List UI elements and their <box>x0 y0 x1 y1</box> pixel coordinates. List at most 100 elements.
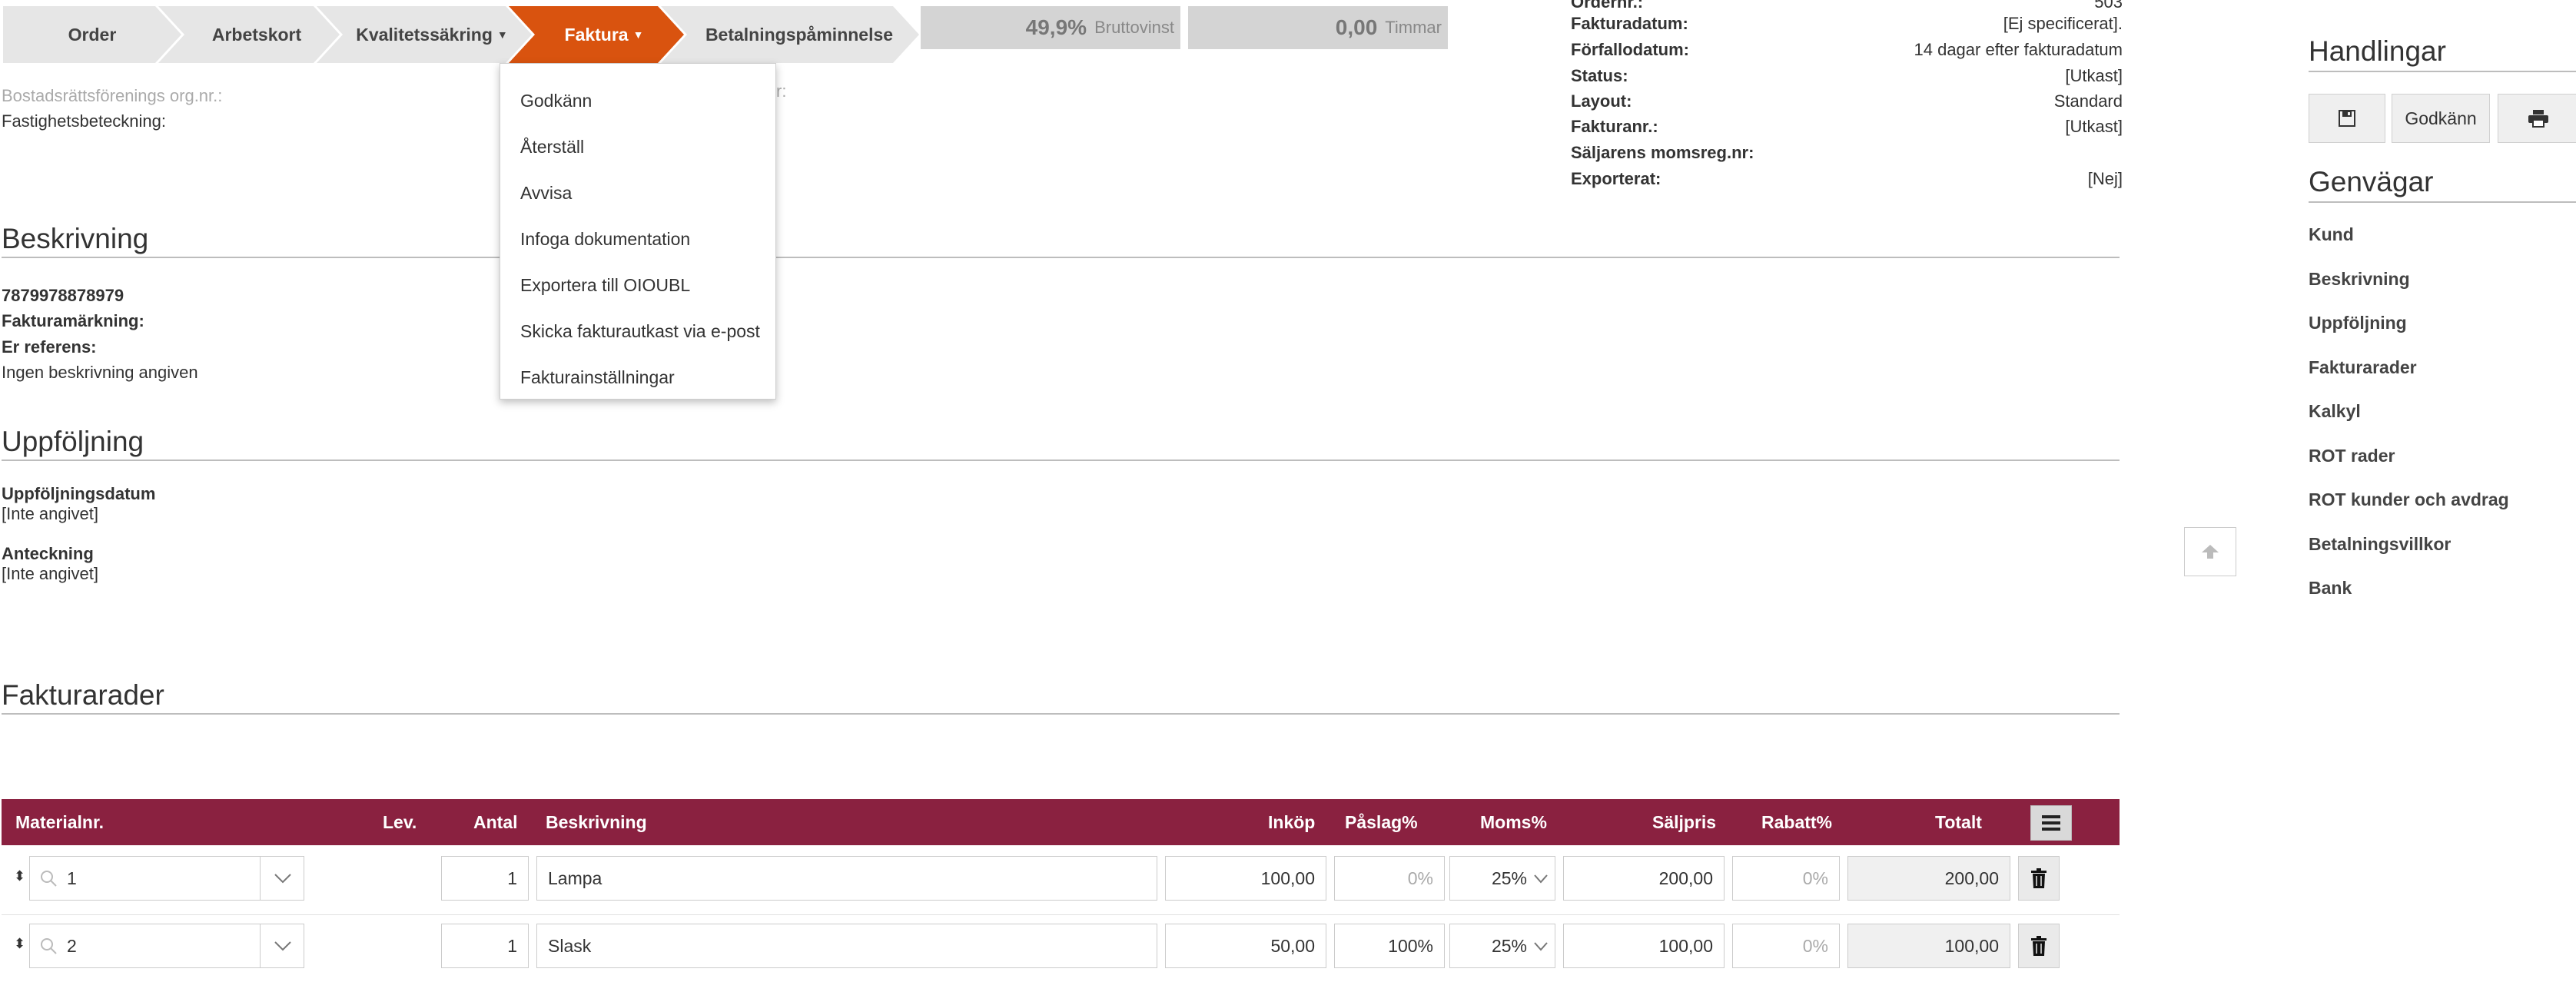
godkann-button[interactable]: Godkänn <box>2392 94 2490 143</box>
menu-item-godkann[interactable]: Godkänn <box>500 78 775 124</box>
step-label: Faktura <box>564 24 629 45</box>
material-input[interactable]: 1 <box>29 856 261 901</box>
info-value: [Nej] <box>2087 169 2123 188</box>
rabatt-input[interactable]: 0% <box>1732 924 1840 968</box>
menu-item-avvisa[interactable]: Avvisa <box>500 170 775 216</box>
arrow-up-icon <box>2202 545 2219 559</box>
fakturamarkning-label: Fakturamärkning: <box>2 311 144 330</box>
totalt-field: 200,00 <box>1847 856 2010 901</box>
hamburger-menu-icon[interactable] <box>2030 805 2072 841</box>
material-dropdown-button[interactable] <box>260 924 304 968</box>
shortcut-bank[interactable]: Bank <box>2309 578 2352 599</box>
beskrivning-input[interactable]: Slask <box>536 924 1157 968</box>
material-dropdown-button[interactable] <box>260 856 304 901</box>
shortcut-beskrivning[interactable]: Beskrivning <box>2309 269 2410 290</box>
faded-label: r: <box>776 81 787 101</box>
shortcut-betalningsvillkor[interactable]: Betalningsvillkor <box>2309 534 2451 555</box>
org-nr-label: Bostadsrättsförenings org.nr.: <box>2 86 223 105</box>
beskrivning-input[interactable]: Lampa <box>536 856 1157 901</box>
beskrivning-title: Beskrivning <box>2 223 149 254</box>
genvagar-title: Genvägar <box>2309 166 2434 197</box>
metric-label: Bruttovinst <box>1094 18 1174 37</box>
step-label: Kvalitetssäkring <box>356 24 493 45</box>
col-paslag: Påslag% <box>1345 812 1418 832</box>
material-value: 2 <box>67 936 77 956</box>
caret-down-icon: ▼ <box>496 28 508 41</box>
shortcut-uppfoljning[interactable]: Uppföljning <box>2309 313 2407 333</box>
menu-item-skicka-fakturautkast[interactable]: Skicka fakturautkast via e-post <box>500 308 775 354</box>
inkop-input[interactable]: 100,00 <box>1165 856 1326 901</box>
drag-handle-icon[interactable]: ⬍ <box>14 936 25 952</box>
save-icon <box>2339 110 2355 127</box>
step-betalningspaminnelse[interactable]: Betalningspåminnelse <box>661 6 919 63</box>
step-order[interactable]: Order <box>3 6 181 63</box>
delete-row-button[interactable] <box>2018 924 2060 968</box>
divider <box>2309 201 2576 203</box>
col-moms: Moms% <box>1480 812 1547 832</box>
info-forfallodatum: Förfallodatum: 14 dagar efter fakturadatu… <box>1571 37 2123 62</box>
handlingar-title: Handlingar <box>2309 35 2446 67</box>
print-button[interactable] <box>2498 94 2576 143</box>
shortcut-rot-kunder[interactable]: ROT kunder och avdrag <box>2309 489 2509 510</box>
step-faktura[interactable]: Faktura ▼ <box>509 6 684 63</box>
chevron-down-icon <box>1534 942 1548 951</box>
shortcut-kalkyl[interactable]: Kalkyl <box>2309 401 2361 422</box>
info-value: [Ej specificerat]. <box>2003 14 2123 33</box>
divider <box>2 459 2120 461</box>
saljpris-input[interactable]: 100,00 <box>1563 924 1725 968</box>
step-kvalitetssakring[interactable]: Kvalitetssäkring ▼ <box>317 6 532 63</box>
menu-item-fakturainstallningar[interactable]: Fakturainställningar <box>500 354 775 400</box>
menu-item-aterstall[interactable]: Återställ <box>500 124 775 170</box>
trash-icon <box>2031 868 2047 888</box>
chevron-down-icon <box>274 941 291 951</box>
col-materialnr: Materialnr. <box>15 812 105 832</box>
totalt-field: 100,00 <box>1847 924 2010 968</box>
chevron-down-icon <box>1534 874 1548 884</box>
chevron-down-icon <box>274 874 291 884</box>
metric-bruttovinst: 49,9% Bruttovinst <box>921 6 1180 49</box>
inkop-input[interactable]: 50,00 <box>1165 924 1326 968</box>
search-icon <box>41 938 57 954</box>
shortcut-fakturarader[interactable]: Fakturarader <box>2309 357 2417 378</box>
scroll-up-button[interactable] <box>2184 527 2236 576</box>
divider <box>2 257 2120 258</box>
print-icon <box>2528 110 2548 128</box>
moms-value: 25% <box>1491 936 1527 956</box>
shortcut-kund[interactable]: Kund <box>2309 224 2354 245</box>
er-referens-label: Er referens: <box>2 337 97 357</box>
menu-item-infoga-dokumentation[interactable]: Infoga dokumentation <box>500 216 775 262</box>
save-button[interactable] <box>2309 94 2385 143</box>
menu-item-exportera-oioubl[interactable]: Exportera till OIOUBL <box>500 262 775 308</box>
delete-row-button[interactable] <box>2018 856 2060 901</box>
rabatt-input[interactable]: 0% <box>1732 856 1840 901</box>
col-inkop: Inköp <box>1268 812 1316 832</box>
moms-select[interactable]: 25% <box>1449 856 1555 901</box>
col-saljpris: Säljpris <box>1652 812 1717 832</box>
fakturarader-title: Fakturarader <box>2 679 164 711</box>
step-arbetskort[interactable]: Arbetskort <box>158 6 340 63</box>
antal-input[interactable]: 1 <box>441 856 529 901</box>
paslag-input[interactable]: 0% <box>1334 856 1445 901</box>
beskrivning-text: Ingen beskrivning angiven <box>2 363 198 382</box>
table-row: ⬍ 2 1 Slask 50,00 100% 25% 100,00 0% 100… <box>2 914 2120 982</box>
material-input[interactable]: 2 <box>29 924 261 968</box>
antal-input[interactable]: 1 <box>441 924 529 968</box>
moms-value: 25% <box>1491 868 1527 888</box>
shortcut-rot-rader[interactable]: ROT rader <box>2309 446 2395 466</box>
step-label: Betalningspåminnelse <box>705 24 894 45</box>
material-value: 1 <box>67 868 77 888</box>
uppfoljningsdatum-value: [Inte angivet] <box>2 504 98 523</box>
moms-select[interactable]: 25% <box>1449 924 1555 968</box>
metric-timmar: 0,00 Timmar <box>1188 6 1448 49</box>
divider <box>2 713 2120 715</box>
info-key: Exporterat: <box>1571 169 1661 188</box>
saljpris-input[interactable]: 200,00 <box>1563 856 1725 901</box>
process-steps: Order Arbetskort Kvalitetssäkring ▼ Faktu… <box>3 6 896 63</box>
uppfoljning-title: Uppföljning <box>2 426 144 457</box>
search-icon <box>41 871 57 887</box>
metric-label: Timmar <box>1385 18 1442 37</box>
paslag-input[interactable]: 100% <box>1334 924 1445 968</box>
info-fakturanr: Fakturanr.: [Utkast] <box>1571 114 2123 139</box>
info-fakturadatum: Fakturadatum: [Ej specificerat]. <box>1571 11 2123 36</box>
drag-handle-icon[interactable]: ⬍ <box>14 868 25 884</box>
